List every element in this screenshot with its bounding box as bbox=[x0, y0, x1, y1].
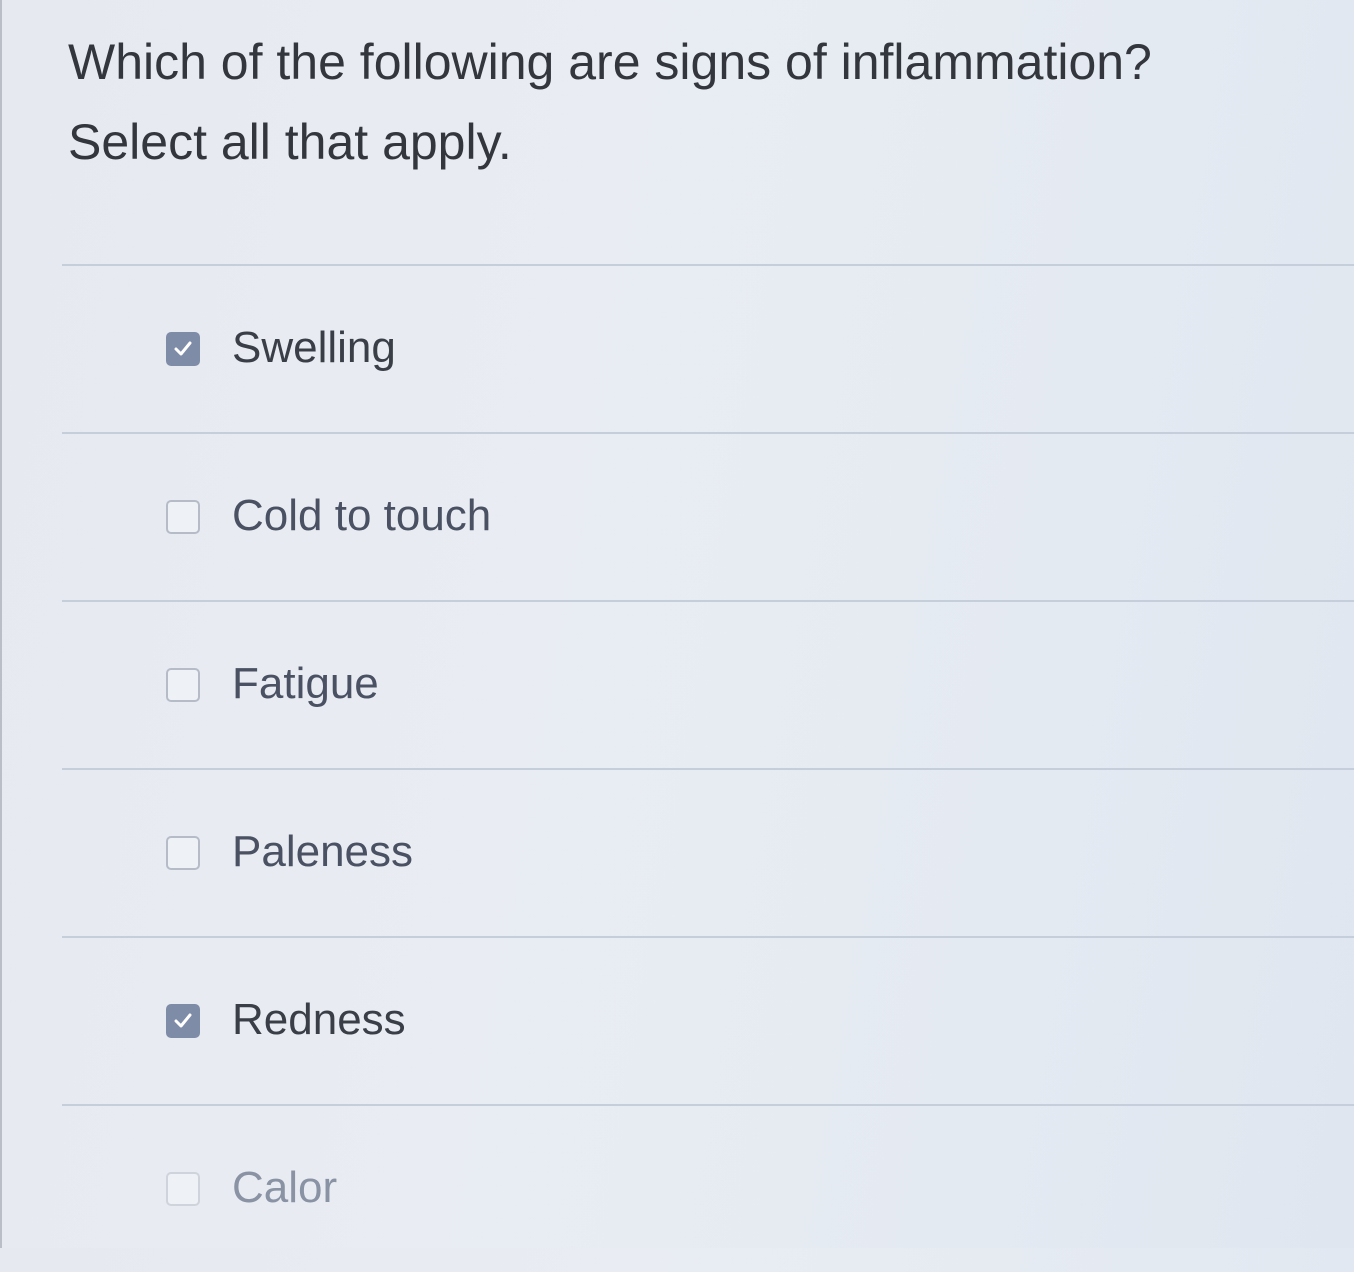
checkbox-unchecked-icon[interactable] bbox=[166, 836, 200, 870]
answer-option-calor[interactable]: Calor bbox=[62, 1104, 1354, 1272]
checkbox-checked-icon[interactable] bbox=[166, 332, 200, 366]
answer-option-label[interactable]: Calor bbox=[232, 1162, 337, 1214]
checkbox-unchecked-icon[interactable] bbox=[166, 668, 200, 702]
answer-option-paleness[interactable]: Paleness bbox=[62, 768, 1354, 936]
answer-option-label[interactable]: Swelling bbox=[232, 322, 396, 374]
question-text: Which of the following are signs of infl… bbox=[68, 34, 1152, 90]
answer-option-cold-to-touch[interactable]: Cold to touch bbox=[62, 432, 1354, 600]
answer-option-label[interactable]: Fatigue bbox=[232, 658, 379, 710]
answer-option-label[interactable]: Redness bbox=[232, 994, 406, 1046]
answer-option-label[interactable]: Cold to touch bbox=[232, 490, 491, 542]
question-instruction: Select all that apply. bbox=[68, 114, 512, 170]
checkbox-checked-icon[interactable] bbox=[166, 1004, 200, 1038]
answer-list: Swelling Cold to touch Fatigue Paleness … bbox=[62, 264, 1354, 1272]
question-prompt: Which of the following are signs of infl… bbox=[68, 22, 1328, 182]
answer-option-label[interactable]: Paleness bbox=[232, 826, 413, 878]
answer-option-swelling[interactable]: Swelling bbox=[62, 264, 1354, 432]
answer-option-fatigue[interactable]: Fatigue bbox=[62, 600, 1354, 768]
answer-option-redness[interactable]: Redness bbox=[62, 936, 1354, 1104]
checkbox-unchecked-icon[interactable] bbox=[166, 1172, 200, 1206]
page-left-border bbox=[0, 0, 2, 1248]
checkbox-unchecked-icon[interactable] bbox=[166, 500, 200, 534]
